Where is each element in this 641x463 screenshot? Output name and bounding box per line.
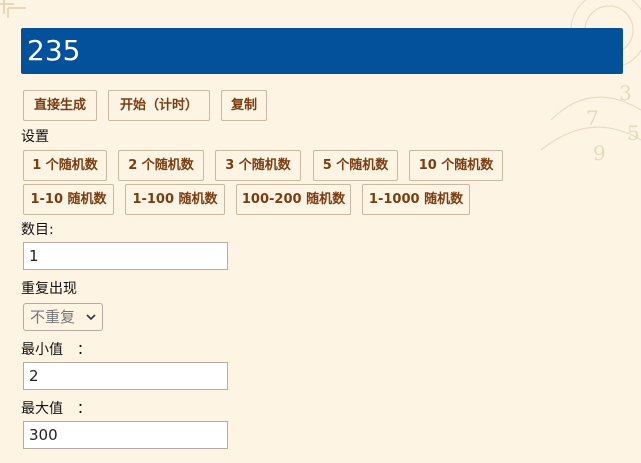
- max-input[interactable]: [23, 421, 228, 449]
- svg-text:7: 7: [586, 106, 599, 130]
- corner-ornament: [0, 0, 28, 18]
- decorative-background: 3 7 5 9: [481, 0, 641, 170]
- settings-heading: 设置: [21, 129, 49, 145]
- preset-1-random-button[interactable]: 1 个随机数: [23, 150, 107, 181]
- preset-2-random-button[interactable]: 2 个随机数: [118, 150, 204, 181]
- repeat-label: 重复出现: [21, 281, 77, 297]
- max-label: 最大值 ：: [21, 401, 91, 417]
- copy-button[interactable]: 复制: [221, 90, 267, 121]
- repeat-select-value: 不重复: [30, 308, 76, 326]
- preset-5-random-button[interactable]: 5 个随机数: [313, 150, 398, 181]
- start-timer-button[interactable]: 开始（计时）: [108, 90, 210, 121]
- count-label: 数目:: [21, 222, 54, 238]
- min-label: 最小值 ：: [21, 342, 91, 358]
- generate-button[interactable]: 直接生成: [23, 90, 97, 121]
- svg-text:5: 5: [627, 121, 640, 145]
- count-input[interactable]: [23, 242, 228, 270]
- random-number-display: 235: [21, 28, 623, 74]
- preset-10-random-button[interactable]: 10 个随机数: [409, 150, 503, 181]
- svg-text:9: 9: [593, 141, 606, 165]
- range-1-100-button[interactable]: 1-100 随机数: [125, 184, 225, 215]
- min-input[interactable]: [23, 362, 228, 390]
- repeat-select[interactable]: 不重复: [23, 303, 103, 331]
- range-1-1000-button[interactable]: 1-1000 随机数: [362, 184, 470, 215]
- svg-text:3: 3: [619, 81, 632, 105]
- range-1-10-button[interactable]: 1-10 随机数: [23, 184, 114, 215]
- chevron-down-icon: [86, 314, 96, 321]
- preset-3-random-button[interactable]: 3 个随机数: [215, 150, 301, 181]
- range-100-200-button[interactable]: 100-200 随机数: [236, 184, 351, 215]
